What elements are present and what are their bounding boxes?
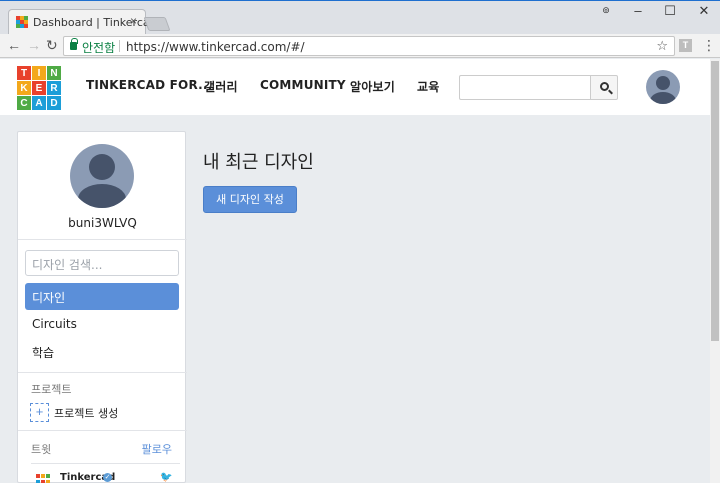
bookmark-star-icon[interactable]: ☆ bbox=[656, 38, 668, 54]
create-project-link[interactable]: 프로젝트 생성 bbox=[54, 405, 118, 421]
sidebar-item-circuits[interactable]: Circuits bbox=[25, 311, 179, 338]
tweets-heading: 트윗 bbox=[31, 443, 52, 456]
sidebar: buni3WLVQ 디자인 검색... 디자인 Circuits 학습 프로젝트… bbox=[17, 131, 187, 483]
back-arrow-icon[interactable]: ← bbox=[7, 37, 21, 53]
nav-education[interactable]: 교육 bbox=[417, 78, 439, 95]
nav-gallery[interactable]: 갤러리 bbox=[204, 78, 238, 95]
logo-letter: I bbox=[32, 66, 46, 80]
page-title: 내 최근 디자인 bbox=[203, 152, 314, 173]
user-avatar[interactable] bbox=[646, 70, 680, 104]
browser-titlebar: Dashboard | Tinkercad × ⊚ – ☐ ✕ bbox=[0, 0, 720, 35]
forward-arrow-icon[interactable]: → bbox=[27, 37, 41, 53]
projects-heading: 프로젝트 bbox=[31, 383, 72, 396]
nav-community[interactable]: COMMUNITY bbox=[260, 78, 346, 92]
sidebar-divider bbox=[18, 372, 187, 373]
maximize-button[interactable]: ☐ bbox=[655, 3, 685, 19]
sidebar-item-designs[interactable]: 디자인 bbox=[25, 283, 179, 310]
sidebar-item-lessons[interactable]: 학습 bbox=[25, 338, 179, 365]
close-window-button[interactable]: ✕ bbox=[689, 3, 719, 19]
page-scrollbar[interactable] bbox=[710, 59, 720, 483]
header-search-button[interactable] bbox=[590, 75, 618, 100]
twitter-bird-icon[interactable]: 🐦 bbox=[160, 472, 172, 483]
omnibox-divider bbox=[119, 40, 120, 52]
tinkercad-logo[interactable]: TIN KER CAD bbox=[17, 66, 61, 110]
plus-icon[interactable]: + bbox=[30, 403, 49, 422]
nav-learn[interactable]: 알아보기 bbox=[350, 78, 395, 95]
nav-tinkercad-for[interactable]: TINKERCAD FOR... bbox=[86, 78, 212, 92]
create-new-design-button[interactable]: 새 디자인 작성 bbox=[203, 186, 297, 213]
follow-link[interactable]: 팔로우 bbox=[142, 441, 172, 457]
reload-icon[interactable]: ↻ bbox=[46, 37, 58, 54]
extension-icon[interactable]: T bbox=[679, 39, 692, 52]
logo-letter: C bbox=[17, 96, 31, 110]
tweet-avatar-icon bbox=[36, 474, 50, 483]
browser-menu-icon[interactable]: ⋮ bbox=[702, 37, 716, 54]
scrollbar-thumb[interactable] bbox=[711, 61, 719, 341]
design-search-input[interactable]: 디자인 검색... bbox=[25, 250, 179, 276]
address-bar[interactable]: 안전함 https://www.tinkercad.com/#/ ☆ bbox=[63, 36, 675, 56]
logo-letter: R bbox=[47, 81, 61, 95]
logo-letter: T bbox=[17, 66, 31, 80]
username[interactable]: buni3WLVQ bbox=[18, 216, 187, 230]
logo-letter: K bbox=[17, 81, 31, 95]
profile-icon[interactable]: ⊚ bbox=[591, 5, 621, 16]
url-text[interactable]: https://www.tinkercad.com/#/ bbox=[126, 40, 305, 54]
lock-icon bbox=[70, 38, 78, 50]
sidebar-divider bbox=[31, 463, 180, 464]
tab-close-icon[interactable]: × bbox=[130, 14, 137, 28]
tinkercad-favicon-icon bbox=[16, 16, 28, 28]
sidebar-divider bbox=[18, 430, 187, 431]
logo-letter: E bbox=[32, 81, 46, 95]
search-icon bbox=[600, 82, 609, 91]
sidebar-divider bbox=[18, 239, 187, 240]
logo-letter: A bbox=[32, 96, 46, 110]
site-header: TIN KER CAD TINKERCAD FOR... 갤러리 COMMUNITY… bbox=[0, 59, 710, 115]
secure-label: 안전함 bbox=[82, 41, 116, 55]
logo-letter: N bbox=[47, 66, 61, 80]
logo-letter: D bbox=[47, 96, 61, 110]
minimize-button[interactable]: – bbox=[623, 3, 653, 18]
new-tab-button[interactable] bbox=[143, 17, 171, 31]
verified-badge-icon: ✓ bbox=[103, 473, 112, 482]
header-search-input[interactable] bbox=[459, 75, 591, 100]
browser-toolbar: ← → ↻ 안전함 https://www.tinkercad.com/#/ ☆… bbox=[0, 34, 720, 58]
browser-tab[interactable]: Dashboard | Tinkercad × bbox=[8, 9, 157, 35]
profile-avatar[interactable] bbox=[70, 144, 134, 208]
tab-title: Dashboard | Tinkercad bbox=[33, 16, 157, 29]
